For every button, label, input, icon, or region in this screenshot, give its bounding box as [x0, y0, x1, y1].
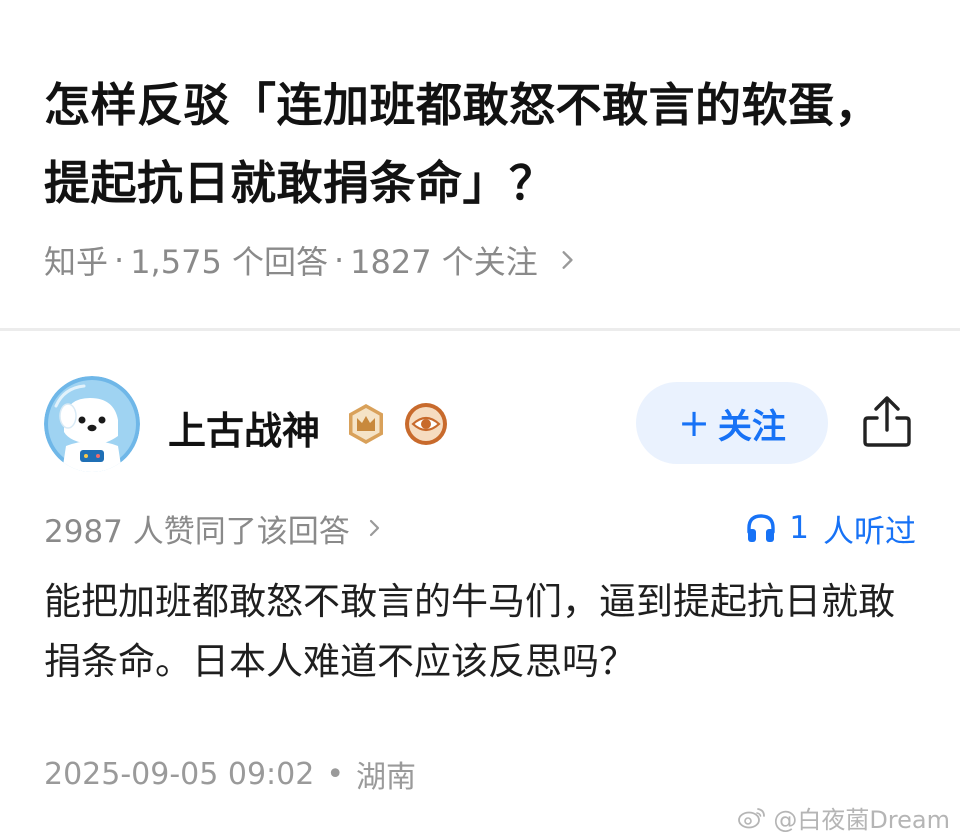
watermark: @白夜菌Dream — [737, 800, 950, 834]
answer-date: 2025-09-05 09:02 — [44, 756, 315, 792]
listen-count[interactable]: 1 人听过 — [745, 506, 916, 550]
meta-separator: · — [114, 241, 125, 279]
plus-icon: + — [678, 401, 710, 445]
vote-count-text: 2987 人赞同了该回答 — [44, 513, 350, 550]
chevron-right-icon — [562, 251, 573, 269]
source-label: 知乎 — [44, 243, 109, 281]
meta-separator: · — [333, 241, 345, 279]
watermark-text: @白夜菌Dream — [773, 805, 950, 834]
meta-separator: • — [326, 756, 345, 792]
share-icon[interactable] — [860, 394, 914, 450]
follower-count: 1827 个关注 — [350, 243, 538, 281]
avatar[interactable] — [44, 376, 140, 472]
headphones-icon — [747, 514, 775, 542]
listen-count-number: 1 — [789, 510, 809, 546]
question-title[interactable]: 怎样反驳「连加班都敢怒不敢言的软蛋，提起抗日就敢捐条命」？ — [44, 66, 904, 222]
answer-timestamp: 2025-09-05 09:02 • 湖南 — [44, 752, 416, 796]
answer-count: 1,575 个回答 — [130, 243, 328, 281]
section-divider — [0, 328, 960, 331]
astronaut-dog-avatar-icon — [44, 376, 140, 472]
chevron-right-icon — [369, 519, 379, 537]
follow-button[interactable]: + 关注 — [636, 382, 828, 464]
crown-badge-icon[interactable] — [344, 402, 388, 446]
follow-label: 关注 — [717, 406, 786, 447]
answer-content[interactable]: 能把加班都敢怒不敢言的牛马们，逼到提起抗日就敢捐条命。日本人难道不应该反思吗？ — [44, 572, 924, 692]
author-name[interactable]: 上古战神 — [168, 400, 320, 455]
question-meta[interactable]: 知乎 · 1,575 个回答 · 1827 个关注 — [44, 236, 578, 284]
answer-location: 湖南 — [356, 760, 417, 795]
weibo-icon — [738, 808, 766, 829]
listen-label: 人听过 — [823, 513, 916, 550]
eye-badge-icon[interactable] — [404, 402, 448, 446]
vote-count[interactable]: 2987 人赞同了该回答 — [44, 506, 384, 550]
